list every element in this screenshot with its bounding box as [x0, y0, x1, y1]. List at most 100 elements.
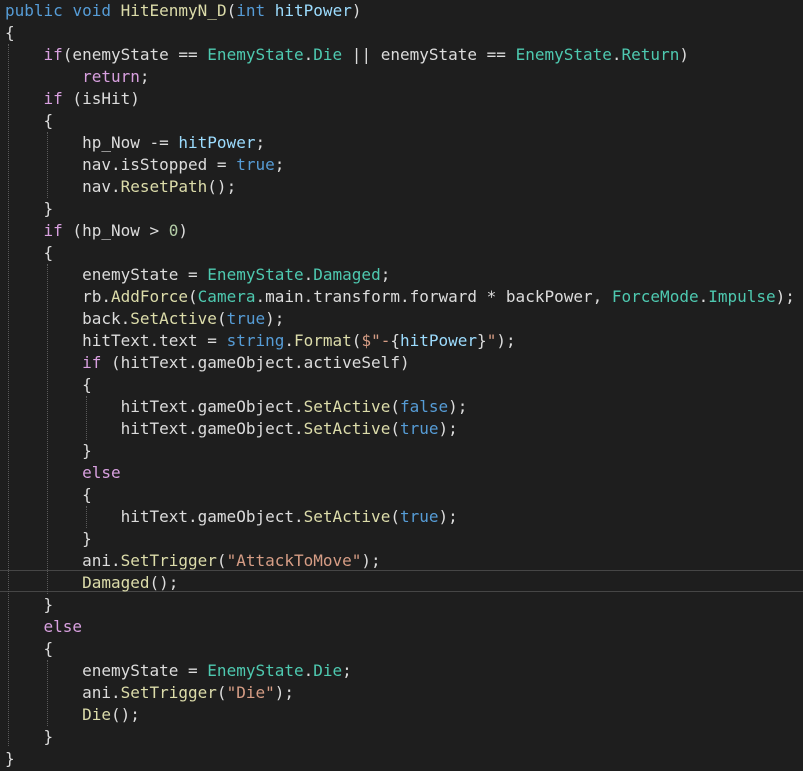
code-line[interactable]: hitText.gameObject.SetActive(false); — [5, 396, 468, 418]
code-token: || enemyState == — [342, 45, 516, 64]
code-token: ani. — [5, 683, 121, 702]
code-token: true — [399, 507, 439, 526]
code-line[interactable]: Die(); — [5, 704, 140, 726]
code-line[interactable]: back.SetActive(true); — [5, 308, 284, 330]
code-line[interactable]: hitText.gameObject.SetActive(true); — [5, 506, 458, 528]
code-token: { — [5, 23, 15, 42]
code-token: ); — [775, 287, 795, 306]
code-token: ) — [351, 1, 362, 20]
code-line[interactable]: else — [5, 616, 83, 638]
code-token: ) — [679, 45, 689, 64]
code-token: EnemyState — [207, 265, 304, 284]
code-token: .main.transform.forward * backPower, — [255, 287, 612, 306]
code-token: } — [5, 595, 54, 614]
code-token: ; — [139, 67, 150, 86]
code-token: (hp_Now > — [62, 221, 169, 240]
code-line[interactable]: if (hp_Now > 0) — [5, 220, 189, 242]
code-token: { — [390, 331, 400, 350]
code-token: . — [303, 265, 314, 284]
code-token: if — [43, 45, 63, 64]
code-token: true — [399, 419, 439, 438]
code-token: SetActive — [303, 507, 391, 526]
code-token: . — [284, 331, 294, 350]
code-token: 0 — [168, 221, 179, 240]
code-token: enemyState = — [5, 265, 208, 284]
code-token: int — [236, 1, 266, 20]
code-line[interactable]: } — [5, 198, 54, 220]
code-token: Damaged — [82, 573, 150, 592]
code-line[interactable]: enemyState = EnemyState.Die; — [5, 660, 352, 682]
code-line[interactable]: ani.SetTrigger("AttackToMove"); — [5, 550, 381, 572]
code-token: (); — [207, 177, 237, 196]
code-token: Damaged — [313, 265, 381, 284]
code-token: hitPower — [399, 331, 478, 350]
code-line[interactable]: } — [5, 440, 92, 462]
code-token: ) — [178, 221, 189, 240]
code-line[interactable]: { — [5, 638, 54, 660]
code-token: back. — [5, 309, 131, 328]
code-token: SetTrigger — [120, 551, 217, 570]
code-token: (); — [110, 705, 140, 724]
code-token: Return — [621, 45, 680, 64]
code-line[interactable]: hp_Now -= hitPower; — [5, 132, 265, 154]
code-token: { — [5, 485, 92, 504]
code-token: } — [5, 441, 92, 460]
code-token: ( — [216, 309, 227, 328]
code-token: } — [5, 749, 15, 768]
code-token: . — [698, 287, 709, 306]
code-line[interactable]: { — [5, 484, 92, 506]
code-line[interactable]: } — [5, 726, 54, 748]
code-line[interactable]: Damaged(); — [5, 572, 178, 594]
code-token: { — [5, 243, 54, 262]
code-line[interactable]: { — [5, 110, 54, 132]
code-line[interactable]: return; — [5, 66, 150, 88]
code-token: ForceMode — [611, 287, 699, 306]
code-token: . — [303, 45, 314, 64]
code-line[interactable]: if (hitText.gameObject.activeSelf) — [5, 352, 410, 374]
code-line[interactable]: { — [5, 374, 92, 396]
code-line[interactable]: } — [5, 748, 15, 770]
code-line[interactable]: public void HitEenmyN_D(int hitPower) — [5, 0, 361, 22]
code-token: { — [5, 639, 54, 658]
code-line[interactable]: enemyState = EnemyState.Damaged; — [5, 264, 390, 286]
code-token: (); — [149, 573, 179, 592]
code-editor[interactable]: public void HitEenmyN_D(int hitPower){ i… — [0, 0, 803, 771]
code-token: ; — [380, 265, 391, 284]
code-line[interactable]: { — [5, 242, 54, 264]
code-token: SetActive — [303, 419, 391, 438]
code-line[interactable]: nav.isStopped = true; — [5, 154, 284, 176]
code-line[interactable]: if (isHit) — [5, 88, 140, 110]
code-token: "Die" — [226, 683, 275, 702]
code-line[interactable]: hitText.text = string.Format($"-{hitPowe… — [5, 330, 516, 352]
code-token: ; — [255, 133, 266, 152]
code-token: ; — [274, 155, 285, 174]
code-token: hitText.gameObject. — [5, 397, 304, 416]
code-token: . — [303, 661, 314, 680]
code-line[interactable]: } — [5, 528, 92, 550]
code-token: ); — [496, 331, 516, 350]
code-token: " — [486, 331, 497, 350]
code-token: ); — [274, 683, 294, 702]
code-line[interactable]: { — [5, 22, 15, 44]
code-line[interactable]: } — [5, 594, 54, 616]
code-line[interactable]: rb.AddForce(Camera.main.transform.forwar… — [5, 286, 795, 308]
code-line[interactable]: if(enemyState == EnemyState.Die || enemy… — [5, 44, 689, 66]
code-token: hitPower — [178, 133, 256, 152]
code-token: EnemyState — [207, 661, 304, 680]
code-token: nav. — [5, 177, 121, 196]
code-token: HitEenmyN_D — [120, 1, 227, 20]
code-line[interactable]: nav.ResetPath(); — [5, 176, 236, 198]
code-token: (enemyState == — [62, 45, 208, 64]
code-token: string — [226, 331, 285, 350]
code-token: ); — [438, 507, 458, 526]
code-line[interactable]: ani.SetTrigger("Die"); — [5, 682, 294, 704]
code-line[interactable]: hitText.gameObject.SetActive(true); — [5, 418, 458, 440]
code-line[interactable]: else — [5, 462, 121, 484]
code-token: ); — [438, 419, 458, 438]
code-token: public — [5, 1, 63, 20]
